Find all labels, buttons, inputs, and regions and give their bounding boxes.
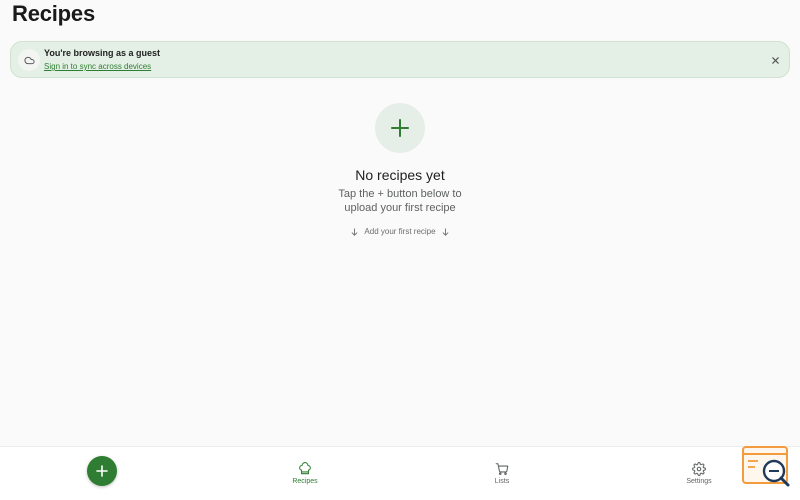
nav-label-recipes: Recipes: [292, 478, 318, 485]
empty-state-subtitle: Tap the + button below to upload your fi…: [250, 187, 550, 215]
cart-icon: [495, 463, 509, 475]
close-icon: [771, 56, 779, 64]
nav-item-settings[interactable]: Settings: [669, 462, 729, 485]
hint-label: Add your first recipe: [364, 227, 436, 236]
search-help-icon: [742, 446, 790, 487]
page-title: Recipes: [12, 1, 95, 26]
help-search-widget[interactable]: [741, 446, 791, 488]
chef-hat-icon: [299, 462, 311, 475]
app-page: Recipes You're browsing as a guest Sign …: [0, 0, 800, 500]
close-banner-button[interactable]: [767, 52, 783, 68]
plus-icon: [375, 103, 425, 153]
arrow-down-icon: [442, 227, 448, 236]
nav-item-recipes[interactable]: Recipes: [275, 462, 335, 485]
sign-in-link[interactable]: Sign in to sync across devices: [44, 62, 151, 71]
plus-icon: [96, 465, 108, 477]
nav-item-lists[interactable]: Lists: [472, 462, 532, 485]
add-recipe-button[interactable]: [87, 456, 117, 486]
empty-state: No recipes yet Tap the + button below to…: [250, 103, 550, 236]
gear-icon: [692, 462, 706, 476]
nav-label-settings: Settings: [686, 478, 712, 485]
bottom-nav: Recipes Lists Settings: [0, 446, 800, 500]
empty-state-hint: Add your first recipe: [250, 227, 550, 236]
subtitle-line-1: Tap the + button below to: [338, 188, 462, 200]
guest-banner-title: You're browsing as a guest: [44, 48, 160, 58]
arrow-down-icon: [352, 227, 358, 236]
guest-banner: You're browsing as a guest Sign in to sy…: [10, 41, 790, 78]
nav-label-lists: Lists: [494, 478, 510, 485]
empty-state-title: No recipes yet: [355, 167, 445, 183]
cloud-icon: [18, 49, 40, 71]
subtitle-line-2: upload your first recipe: [344, 202, 456, 214]
